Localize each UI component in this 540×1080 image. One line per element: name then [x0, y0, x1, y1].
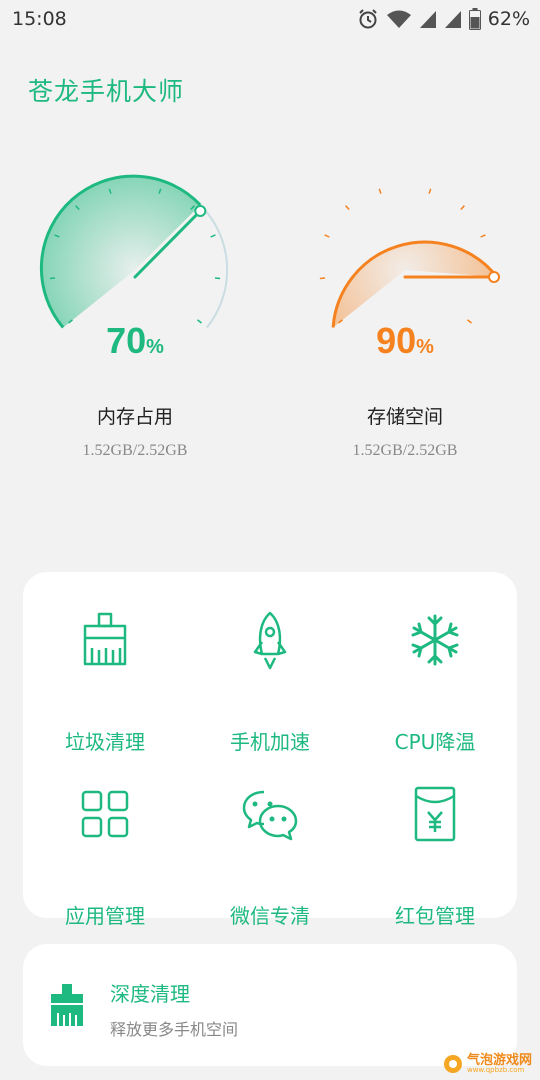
app-title: 苍龙手机大师	[28, 77, 185, 106]
battery-icon	[468, 8, 481, 30]
status-icons: 62%	[357, 8, 530, 30]
tool-speed-up[interactable]: 手机加速	[188, 610, 352, 760]
red-packet-icon	[414, 786, 456, 842]
watermark: 气泡游戏网 www.qpbzb.com	[443, 1054, 532, 1074]
tool-speed-up-label: 手机加速	[230, 730, 310, 754]
deep-clean-card[interactable]: 深度清理 释放更多手机空间	[23, 944, 517, 1066]
tool-red-packet-label: 红包管理	[395, 904, 475, 928]
storage-gauge[interactable]: 90% 存储空间 1.52GB/2.52GB	[305, 170, 505, 470]
signal-icon	[419, 11, 436, 28]
status-bar: 15:08 62%	[0, 0, 540, 38]
storage-percent-value: 90	[376, 320, 417, 361]
tool-app-manage-label: 应用管理	[65, 904, 145, 928]
tool-wechat-clean-label: 微信专清	[230, 904, 310, 928]
memory-label: 内存占用	[96, 406, 173, 428]
deep-clean-subtitle: 释放更多手机空间	[110, 1020, 239, 1039]
memory-percent-value: 70	[106, 320, 147, 361]
tool-app-manage[interactable]: 应用管理	[23, 784, 187, 934]
battery-percent: 62%	[487, 8, 530, 30]
deep-clean-title: 深度清理	[110, 982, 190, 1006]
status-time: 15:08	[12, 8, 67, 30]
storage-detail: 1.52GB/2.52GB	[352, 442, 458, 459]
tool-cpu-cool[interactable]: CPU降温	[353, 610, 517, 760]
storage-percent-unit: %	[416, 336, 434, 358]
memory-gauge[interactable]: 70% 内存占用 1.52GB/2.52GB	[35, 170, 235, 470]
tool-junk-clean[interactable]: 垃圾清理	[23, 610, 187, 760]
tools-card: 垃圾清理 手机加速 CPU降温 应用管理 微信专清 红包管理	[23, 572, 517, 928]
tool-junk-clean-label: 垃圾清理	[65, 730, 145, 754]
signal-icon	[444, 11, 461, 28]
memory-detail: 1.52GB/2.52GB	[82, 442, 188, 459]
storage-percent: 90%	[305, 320, 505, 362]
wifi-icon	[386, 10, 411, 28]
tool-wechat-clean[interactable]: 微信专清	[188, 784, 352, 934]
memory-percent: 70%	[35, 320, 235, 362]
watermark-logo-icon	[443, 1055, 462, 1073]
grid-icon	[81, 790, 129, 838]
memory-percent-unit: %	[146, 336, 164, 358]
storage-gauge-dial	[319, 188, 500, 328]
wechat-icon	[242, 790, 298, 841]
snowflake-icon	[411, 614, 459, 666]
deep-clean-icon	[51, 984, 83, 1026]
memory-gauge-dial	[39, 174, 229, 329]
tool-red-packet[interactable]: 红包管理	[353, 784, 517, 934]
rocket-icon	[253, 611, 287, 670]
tool-cpu-cool-label: CPU降温	[394, 730, 476, 754]
broom-icon	[83, 612, 127, 666]
watermark-url: www.qpbzb.com	[466, 1066, 525, 1074]
storage-label: 存储空间	[366, 406, 443, 428]
alarm-icon	[359, 9, 377, 29]
